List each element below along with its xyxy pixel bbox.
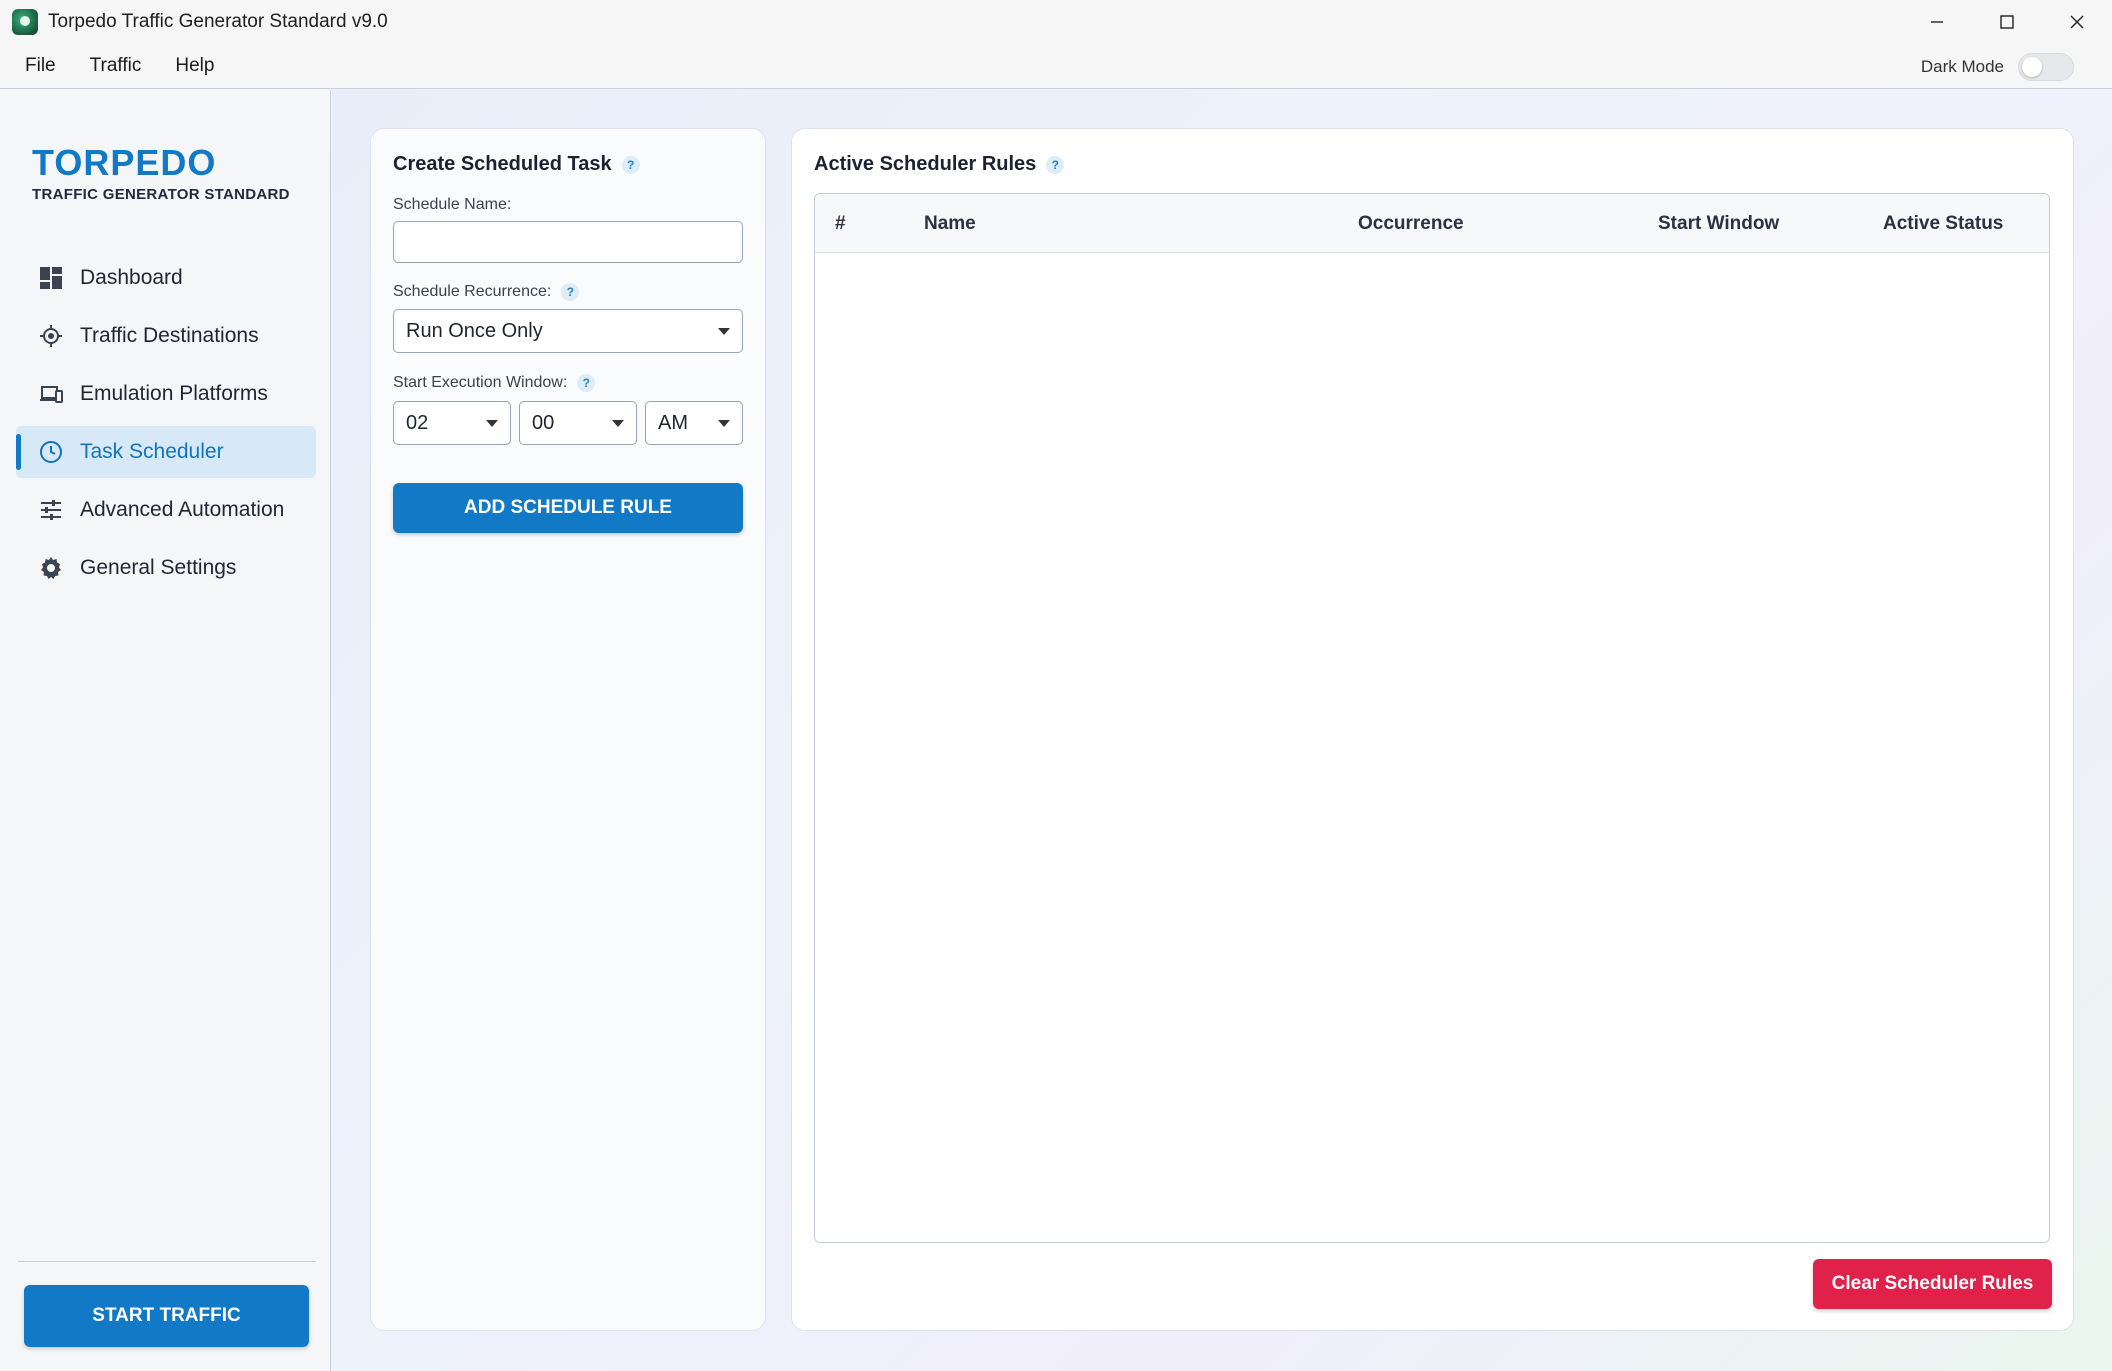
brand-name: TORPEDO [32, 142, 217, 183]
menu-file[interactable]: File [25, 55, 56, 77]
chevron-down-icon [718, 327, 730, 335]
start-window-label: Start Execution Window: ? [393, 374, 596, 392]
brand: TORPEDO TRAFFIC GENERATOR STANDARD [32, 142, 290, 203]
sidebar-item-emulation-platforms[interactable]: Emulation Platforms [16, 368, 316, 420]
column-header-name[interactable]: Name [924, 194, 976, 253]
sidebar-nav: Dashboard Traffic Destinations Emulation… [16, 252, 316, 600]
clock-icon [38, 439, 64, 465]
sidebar-item-label: General Settings [80, 556, 237, 579]
dashboard-icon [38, 265, 64, 291]
window-title: Torpedo Traffic Generator Standard v9.0 [48, 11, 388, 32]
help-icon[interactable]: ? [561, 283, 580, 301]
sidebar-item-label: Dashboard [80, 266, 183, 289]
dark-mode-control: Dark Mode [1921, 44, 2074, 89]
start-traffic-button[interactable]: START TRAFFIC [24, 1285, 309, 1347]
main-content: Create Scheduled Task ? Schedule Name: S… [332, 90, 2112, 1371]
maximize-icon [2000, 15, 2014, 29]
sidebar-item-label: Emulation Platforms [80, 382, 268, 405]
minimize-icon [1931, 21, 1943, 23]
active-rules-title-text: Active Scheduler Rules [814, 153, 1037, 175]
rules-table: # Name Occurrence Start Window Active St… [814, 193, 2050, 1243]
hour-select[interactable]: 02 [393, 401, 511, 445]
ampm-value: AM [658, 411, 688, 434]
help-icon[interactable]: ? [621, 155, 640, 174]
schedule-recurrence-label-text: Schedule Recurrence: [393, 283, 552, 300]
table-header: # Name Occurrence Start Window Active St… [815, 194, 2049, 253]
sidebar-divider [18, 1261, 316, 1262]
chevron-down-icon [718, 419, 730, 427]
minimize-button[interactable] [1902, 0, 1972, 44]
recurrence-value: Run Once Only [406, 319, 543, 342]
chevron-down-icon [486, 419, 498, 427]
sidebar-item-general-settings[interactable]: General Settings [16, 542, 316, 594]
ampm-select[interactable]: AM [645, 401, 743, 445]
column-header-number[interactable]: # [835, 194, 846, 253]
help-icon[interactable]: ? [577, 374, 596, 392]
create-task-panel: Create Scheduled Task ? Schedule Name: S… [370, 128, 766, 1331]
chevron-down-icon [612, 419, 624, 427]
column-header-occurrence[interactable]: Occurrence [1358, 194, 1464, 253]
sidebar-item-task-scheduler[interactable]: Task Scheduler [16, 426, 316, 478]
hour-value: 02 [406, 411, 429, 434]
sidebar: TORPEDO TRAFFIC GENERATOR STANDARD Dashb… [0, 90, 331, 1371]
schedule-name-label: Schedule Name: [393, 196, 512, 213]
start-window-label-text: Start Execution Window: [393, 374, 568, 391]
schedule-name-input[interactable] [393, 221, 743, 263]
sliders-icon [38, 497, 64, 523]
menu-bar: File Traffic Help Dark Mode [0, 44, 2112, 89]
create-task-title: Create Scheduled Task ? [393, 153, 640, 176]
sidebar-item-label: Task Scheduler [80, 440, 224, 463]
schedule-recurrence-label: Schedule Recurrence: ? [393, 283, 580, 301]
create-task-title-text: Create Scheduled Task [393, 153, 612, 175]
sidebar-item-label: Advanced Automation [80, 498, 285, 521]
sidebar-item-traffic-destinations[interactable]: Traffic Destinations [16, 310, 316, 362]
add-schedule-rule-button[interactable]: ADD SCHEDULE RULE [393, 483, 743, 533]
dark-mode-toggle[interactable] [2018, 52, 2074, 81]
menu-traffic[interactable]: Traffic [90, 55, 142, 77]
sidebar-item-advanced-automation[interactable]: Advanced Automation [16, 484, 316, 536]
title-bar: Torpedo Traffic Generator Standard v9.0 [0, 0, 2112, 44]
app-icon [12, 9, 38, 35]
active-rules-title: Active Scheduler Rules ? [814, 153, 1065, 176]
help-icon[interactable]: ? [1046, 155, 1065, 174]
close-icon [2070, 15, 2084, 29]
close-button[interactable] [2042, 0, 2112, 44]
clear-scheduler-rules-button[interactable]: Clear Scheduler Rules [1813, 1259, 2052, 1309]
minute-select[interactable]: 00 [519, 401, 637, 445]
recurrence-select[interactable]: Run Once Only [393, 309, 743, 353]
sidebar-item-label: Traffic Destinations [80, 324, 259, 347]
dark-mode-label: Dark Mode [1920, 56, 2004, 76]
target-icon [38, 323, 64, 349]
window-controls [1902, 0, 2112, 44]
active-rules-panel: Active Scheduler Rules ? # Name Occurren… [791, 128, 2074, 1331]
maximize-button[interactable] [1972, 0, 2042, 44]
devices-icon [38, 381, 64, 407]
sidebar-item-dashboard[interactable]: Dashboard [16, 252, 316, 304]
minute-value: 00 [532, 411, 555, 434]
menu-help[interactable]: Help [175, 55, 214, 77]
brand-subtitle: TRAFFIC GENERATOR STANDARD [32, 186, 290, 203]
column-header-active-status[interactable]: Active Status [1883, 194, 2003, 253]
column-header-start-window[interactable]: Start Window [1658, 194, 1779, 253]
gear-icon [38, 555, 64, 581]
toggle-knob [2022, 56, 2042, 77]
